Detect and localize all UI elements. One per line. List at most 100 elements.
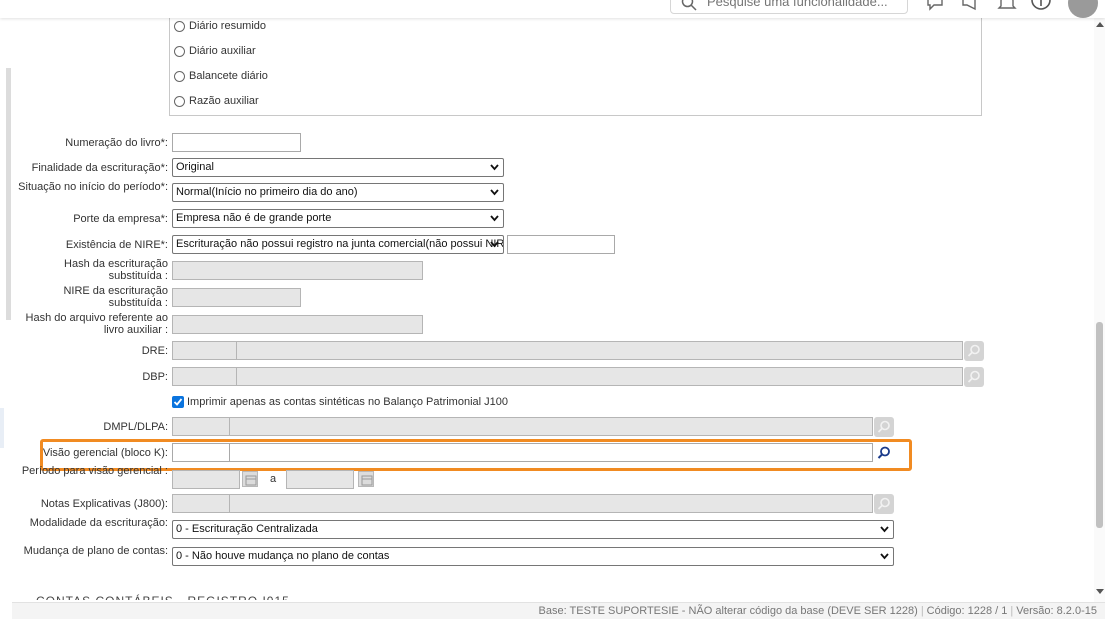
search-icon [967,344,980,357]
chevron-down-icon [880,526,889,533]
next-section-title: CONTAS CONTÁBEIS - REGISTRO I015 [36,592,290,600]
periodo-separator: a [270,473,277,485]
periodo-label: Período para visão gerencial : [21,465,168,477]
help-icon[interactable] [1030,0,1052,12]
periodo-to-calendar-button[interactable] [358,471,374,487]
numeracao-label: Numeração do livro*: [65,137,168,149]
hash-subst-input [172,261,423,280]
dre-lookup-button[interactable] [964,341,984,361]
checkmark-icon [173,398,183,406]
left-panel-tab[interactable] [0,408,4,448]
megaphone-icon[interactable] [960,0,982,12]
radio-button[interactable] [174,45,185,57]
radio-button[interactable] [174,95,185,107]
vertical-scrollbar[interactable] [1094,18,1105,602]
radio-label: Balancete diário [189,70,268,82]
nire-select[interactable]: Escrituração não possui registro na junt… [172,235,504,254]
book-type-radio-group: Diário resumido Diário auxiliar Balancet… [169,2,982,116]
scroll-thumb[interactable] [1096,322,1103,528]
situacao-select[interactable]: Normal(Início no primeiro dia do ano) [172,183,504,202]
dbp-description-input [236,367,963,386]
periodo-from-calendar-button[interactable] [242,471,258,487]
radio-razao-auxiliar[interactable]: Razão auxiliar [174,93,259,109]
modalidade-label: Modalidade da escrituração: [29,517,168,529]
mudanca-value: 0 - Não houve mudança no plano de contas [176,550,390,562]
mudanca-label: Mudança de plano de contas: [23,545,168,557]
porte-select[interactable]: Empresa não é de grande porte [172,209,504,228]
visao-code-input[interactable] [172,443,230,462]
notas-label: Notas Explicativas (J800): [40,498,168,510]
radio-label: Diário resumido [189,20,267,32]
search-icon [967,370,980,383]
chevron-down-icon [490,241,499,248]
dmpl-lookup-button[interactable] [874,417,894,437]
search-input[interactable] [705,0,901,9]
avatar[interactable] [1068,0,1098,18]
nire-extra-input[interactable] [507,235,615,254]
radio-balancete-diario[interactable]: Balancete diário [174,68,268,84]
nire-subst-label: NIRE da escrituração substituída : [63,285,168,309]
radio-diario-resumido[interactable]: Diário resumido [174,18,266,34]
periodo-from-input [172,470,240,489]
chevron-down-icon [490,189,499,196]
hash-subst-label: Hash da escrituração substituída : [64,258,168,282]
situacao-value: Normal(Início no primeiro dia do ano) [176,186,358,198]
dre-description-input [236,341,963,360]
periodo-to-input [286,470,354,489]
modalidade-value: 0 - Escrituração Centralizada [176,523,318,535]
dbp-label: DBP: [142,371,168,383]
radio-label: Diário auxiliar [189,45,256,57]
finalidade-select[interactable]: Original [172,158,504,177]
search-box[interactable] [670,0,908,14]
status-base: Base: TESTE SUPORTESIE - NÃO alterar cód… [538,605,918,617]
visao-lookup-button[interactable] [874,443,894,463]
chevron-down-icon [490,215,499,222]
radio-label: Razão auxiliar [189,95,259,107]
visao-label: Visão gerencial (bloco K): [42,447,168,459]
notas-description-input [229,494,873,513]
imprimir-label: Imprimir apenas as contas sintéticas no … [187,396,508,408]
scroll-down-arrow[interactable] [1096,589,1104,594]
nire-value: Escrituração não possui registro na junt… [176,238,504,250]
search-icon [681,0,697,11]
dbp-code-input [172,367,237,386]
radio-diario-auxiliar[interactable]: Diário auxiliar [174,43,256,59]
dbp-lookup-button[interactable] [964,367,984,387]
dmpl-description-input [229,417,873,436]
dmpl-label: DMPL/DLPA: [103,421,168,433]
visao-description-input[interactable] [229,443,873,462]
situacao-label: Situação no início do período*: [18,181,168,193]
status-versao: Versão: 8.2.0-15 [1016,605,1097,617]
dmpl-code-input [172,417,230,436]
dre-label: DRE: [141,345,168,357]
modalidade-select[interactable]: 0 - Escrituração Centralizada [172,520,894,539]
chevron-down-icon [490,164,499,171]
numeracao-input[interactable] [172,133,301,152]
status-codigo: Código: 1228 / 1 [926,605,1008,617]
nire-label: Existência de NIRE*: [65,239,168,251]
radio-button[interactable] [174,70,185,82]
chevron-down-icon [880,553,889,560]
dre-code-input [172,341,237,360]
calendar-icon [361,475,373,486]
imprimir-checkbox[interactable] [172,396,184,408]
left-panel-scrollbar[interactable] [6,68,11,320]
scroll-up-arrow[interactable] [1096,22,1104,27]
search-icon [877,420,890,433]
porte-label: Porte da empresa*: [73,213,168,225]
search-icon [877,497,890,510]
calendar-icon [245,475,257,486]
finalidade-value: Original [176,161,214,173]
messages-icon[interactable] [926,0,948,12]
mudanca-select[interactable]: 0 - Não houve mudança no plano de contas [172,547,894,566]
search-icon [877,446,890,459]
hash-aux-input [172,315,423,334]
bell-icon[interactable] [996,0,1018,12]
notas-code-input [172,494,230,513]
top-header [0,0,1105,18]
radio-button[interactable] [174,20,185,32]
porte-value: Empresa não é de grande porte [176,212,332,224]
hash-aux-label: Hash do arquivo referente ao livro auxil… [25,312,168,336]
notas-lookup-button[interactable] [874,494,894,514]
finalidade-label: Finalidade da escrituração*: [31,162,168,174]
